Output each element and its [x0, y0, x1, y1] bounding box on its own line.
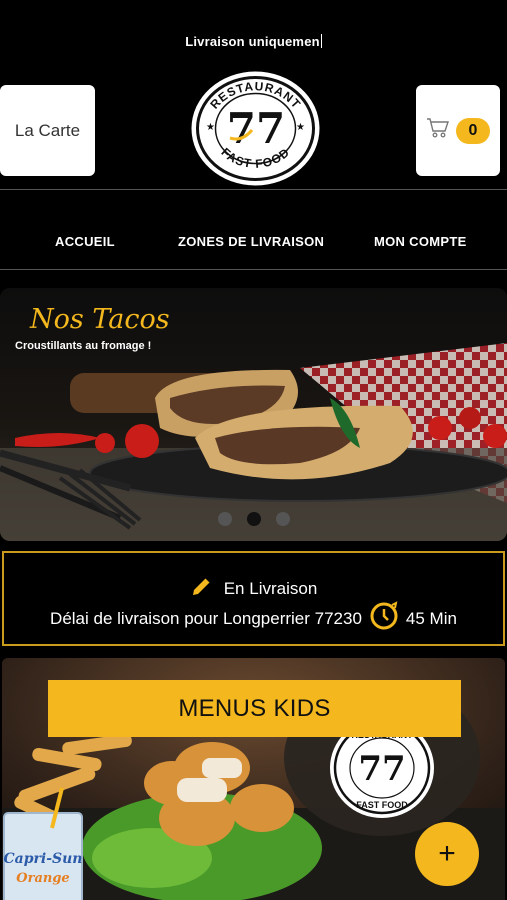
- slide-subtitle: Croustillants au fromage !: [15, 340, 152, 352]
- delivery-mode-label: En Livraison: [223, 578, 318, 598]
- slider-dot-3[interactable]: [276, 512, 290, 526]
- slider-dot-1[interactable]: [218, 512, 232, 526]
- logo-mark: 77: [227, 104, 285, 153]
- drink-label: Capri-Sun: [4, 851, 83, 867]
- pencil-icon[interactable]: [190, 574, 214, 603]
- cart-icon: [426, 117, 450, 144]
- nav-item-zones-de-livraison[interactable]: ZONES DE LIVRAISON: [178, 234, 324, 249]
- clock-icon: [368, 601, 400, 636]
- nav-item-mon-compte[interactable]: MON COMPTE: [374, 234, 467, 249]
- main-nav: ACCUEIL ZONES DE LIVRAISON MON COMPTE: [0, 234, 507, 250]
- drink-flavor: Orange: [16, 871, 69, 886]
- card-logo-bottom-text: FAST FOOD: [356, 800, 408, 810]
- la-carte-label: La Carte: [14, 120, 81, 140]
- delivery-delay-text: Délai de livraison pour Longperrier 7723…: [50, 608, 362, 628]
- svg-text:★: ★: [296, 122, 305, 133]
- nav-divider: [0, 269, 507, 270]
- delivery-notice: Livraison uniquemen: [0, 34, 507, 49]
- slider-dot-2-active[interactable]: [247, 512, 261, 526]
- text-caret: [320, 34, 322, 48]
- add-to-cart-button[interactable]: +: [415, 822, 479, 886]
- restaurant-logo[interactable]: RESTAURANT FAST FOOD 77 ★ ★: [190, 70, 321, 187]
- cart-count-badge: 0: [456, 117, 490, 144]
- card-logo-mark: 77: [358, 749, 405, 789]
- header-divider: [0, 189, 507, 190]
- la-carte-button[interactable]: La Carte: [0, 85, 95, 176]
- menu-kids-title[interactable]: MENUS KIDS: [48, 680, 461, 737]
- delivery-delay-time: 45 Min: [405, 608, 457, 628]
- delivery-info-box[interactable]: En Livraison Délai de livraison pour Lon…: [2, 551, 505, 646]
- slide-title: Nos Tacos: [30, 304, 170, 335]
- nav-item-accueil[interactable]: ACCUEIL: [55, 234, 115, 249]
- svg-text:★: ★: [206, 122, 215, 133]
- cart-button[interactable]: 0: [416, 85, 500, 176]
- delivery-notice-text: Livraison uniquemen: [185, 34, 320, 49]
